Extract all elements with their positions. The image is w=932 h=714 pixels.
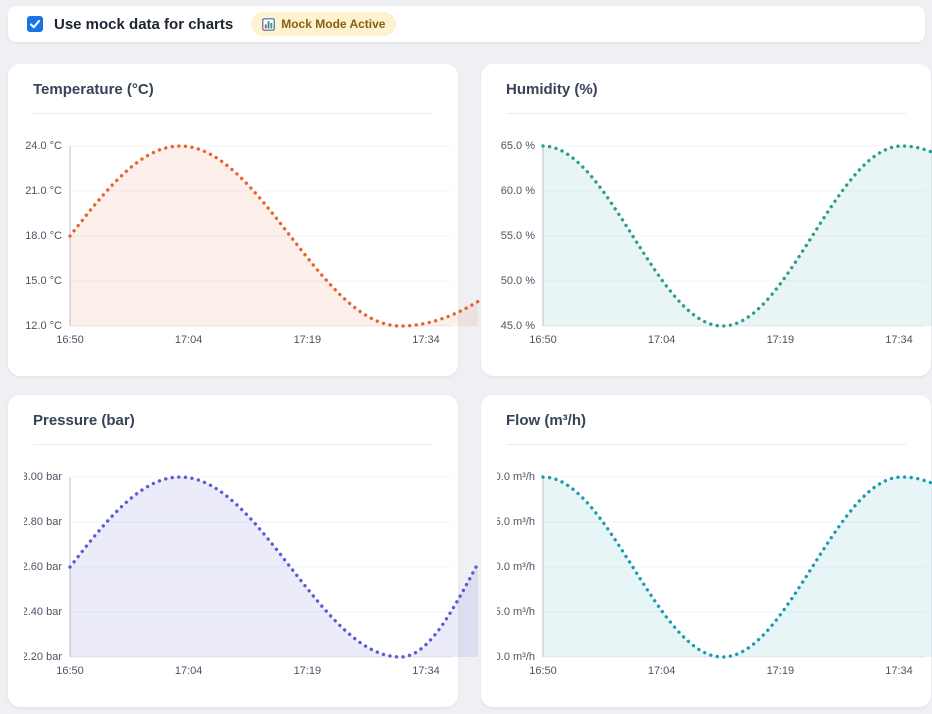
mock-data-toolbar: Use mock data for charts Mock Mode Activ…: [8, 6, 925, 42]
x-tick-label: 16:50: [529, 334, 557, 346]
x-tick-label: 17:34: [885, 665, 913, 677]
card-separator: [506, 444, 906, 445]
x-tick-label: 17:04: [175, 665, 203, 677]
temperature-chart-card: Temperature (°C) 24.0 °C21.0 °C18.0 °C15…: [8, 64, 458, 376]
card-separator: [506, 113, 906, 114]
x-tick-label: 16:50: [529, 665, 557, 677]
chart-title: Pressure (bar): [33, 412, 135, 429]
mock-mode-badge: Mock Mode Active: [251, 12, 396, 36]
chart-title: Temperature (°C): [33, 81, 154, 98]
check-icon: [29, 18, 41, 30]
x-tick-label: 17:19: [294, 334, 322, 346]
chart-title: Flow (m³/h): [506, 412, 586, 429]
chart-canvas[interactable]: [481, 138, 932, 334]
x-tick-label: 17:04: [648, 665, 676, 677]
mock-mode-badge-label: Mock Mode Active: [281, 17, 385, 31]
x-tick-label: 16:50: [56, 665, 84, 677]
x-tick-label: 17:34: [885, 334, 913, 346]
bar-chart-icon: [262, 18, 275, 31]
pressure-chart-card: Pressure (bar) 3.00 bar2.80 bar2.60 bar2…: [8, 395, 458, 707]
chart-canvas[interactable]: [481, 469, 932, 665]
x-tick-label: 17:34: [412, 334, 440, 346]
x-tick-label: 17:19: [767, 334, 795, 346]
card-separator: [33, 444, 433, 445]
mock-data-checkbox[interactable]: [27, 16, 43, 32]
x-tick-label: 17:04: [175, 334, 203, 346]
x-tick-label: 17:04: [648, 334, 676, 346]
chart-canvas[interactable]: [8, 469, 482, 665]
x-tick-label: 17:19: [767, 665, 795, 677]
humidity-chart-card: Humidity (%) 65.0 %60.0 %55.0 %50.0 %45.…: [481, 64, 931, 376]
chart-title: Humidity (%): [506, 81, 598, 98]
x-tick-label: 16:50: [56, 334, 84, 346]
chart-canvas[interactable]: [8, 138, 482, 334]
flow-chart-card: Flow (m³/h) 50.0 m³/h45.0 m³/h40.0 m³/h3…: [481, 395, 931, 707]
card-separator: [33, 113, 433, 114]
x-tick-label: 17:19: [294, 665, 322, 677]
mock-data-checkbox-label[interactable]: Use mock data for charts: [54, 16, 233, 33]
x-tick-label: 17:34: [412, 665, 440, 677]
